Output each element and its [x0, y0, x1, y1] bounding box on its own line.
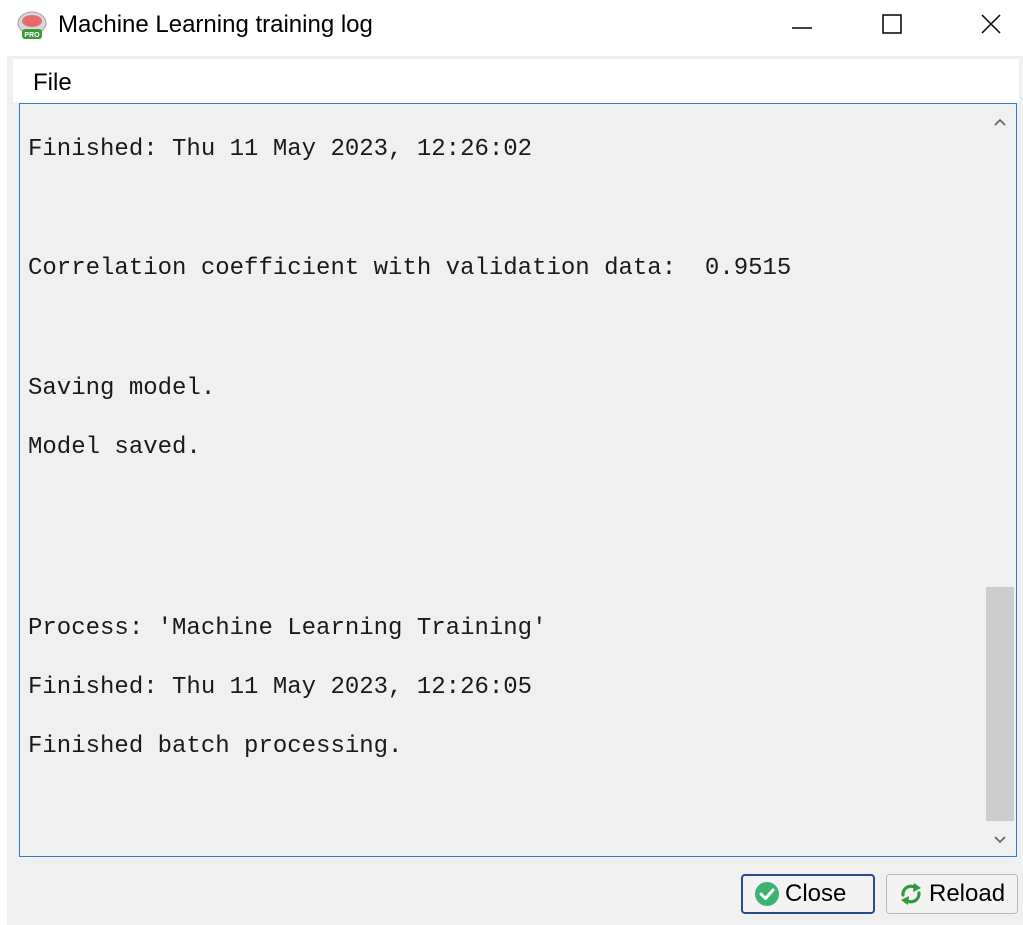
log-window: PRO Machine Learning training log File F…	[0, 0, 1023, 925]
log-line: Finished batch processing.	[28, 733, 403, 760]
scroll-down-button[interactable]	[984, 825, 1016, 855]
scroll-up-button[interactable]	[984, 107, 1016, 137]
log-text-area[interactable]: Finished: Thu 11 May 2023, 12:26:02 Corr…	[19, 103, 1017, 857]
menu-file[interactable]: File	[33, 69, 72, 97]
maximize-button[interactable]	[868, 0, 916, 48]
log-content: Finished: Thu 11 May 2023, 12:26:02 Corr…	[28, 104, 978, 856]
minimize-button[interactable]	[778, 0, 826, 48]
reload-arrows-icon	[901, 883, 921, 905]
app-pro-icon: PRO	[17, 11, 47, 39]
check-circle-icon	[755, 882, 779, 906]
menu-bar: File	[13, 59, 1019, 103]
log-line: Process: 'Machine Learning Training'	[28, 615, 547, 642]
chevron-up-icon	[994, 118, 1006, 126]
log-line: Correlation coefficient with validation …	[28, 255, 792, 282]
close-icon	[981, 14, 1001, 34]
title-bar[interactable]: PRO Machine Learning training log	[0, 0, 1023, 52]
window-title: Machine Learning training log	[58, 11, 373, 38]
log-line: Saving model.	[28, 375, 216, 402]
reload-button-label: Reload	[929, 880, 1006, 907]
maximize-icon	[882, 14, 902, 34]
log-line: Finished: Thu 11 May 2023, 12:26:02	[28, 136, 533, 163]
log-line: Finished: Thu 11 May 2023, 12:26:05	[28, 674, 533, 701]
log-line: Model saved.	[28, 434, 201, 461]
minimize-icon	[792, 27, 812, 29]
chevron-down-icon	[994, 836, 1006, 844]
close-button-label: Close	[785, 880, 847, 907]
window-close-button[interactable]	[967, 0, 1015, 48]
scroll-thumb[interactable]	[986, 587, 1014, 821]
vertical-scrollbar[interactable]	[984, 105, 1016, 855]
reload-button[interactable]: Reload	[886, 874, 1018, 914]
svg-text:PRO: PRO	[24, 32, 40, 39]
close-button[interactable]: Close	[741, 874, 875, 914]
